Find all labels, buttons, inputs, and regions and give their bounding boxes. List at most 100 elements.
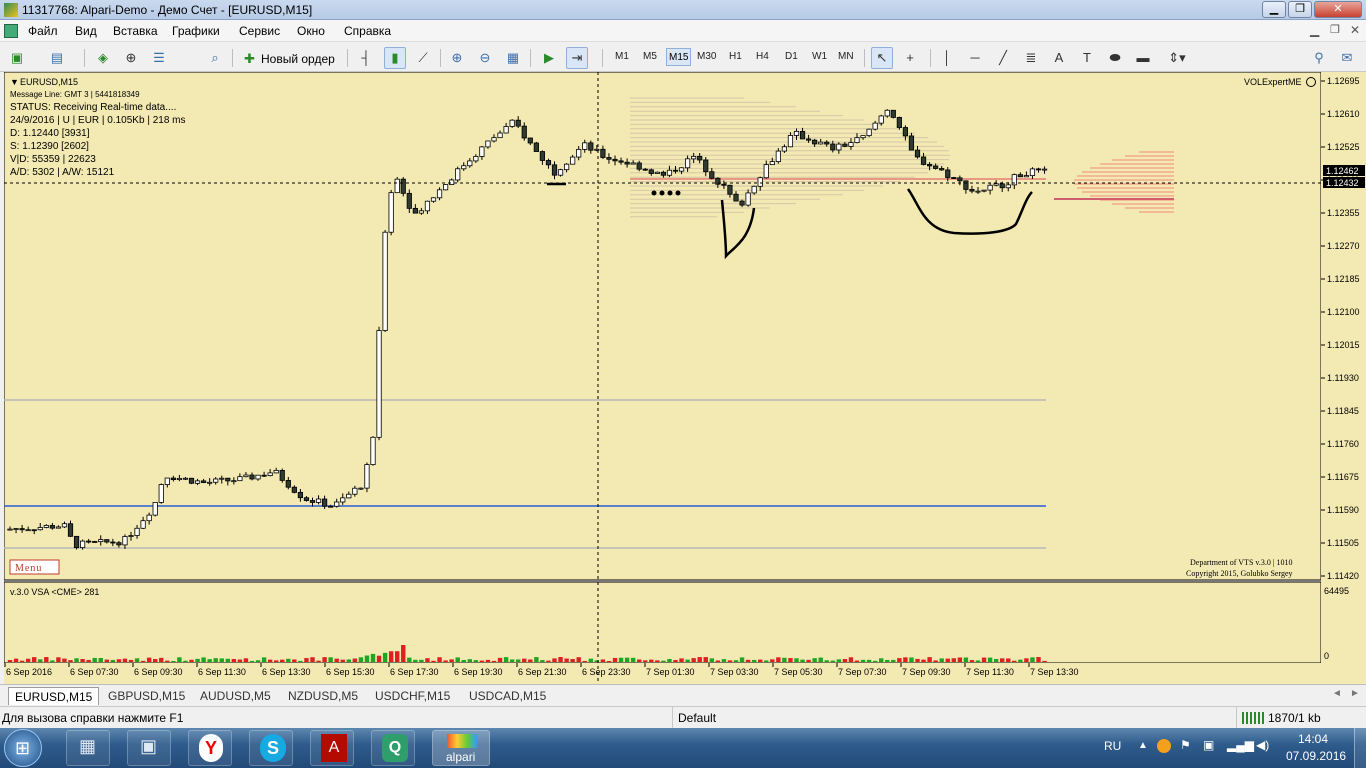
text-label-icon[interactable]: T <box>1076 47 1098 69</box>
doc-restore-icon[interactable]: ❐ <box>1330 23 1340 36</box>
minimize-button[interactable]: ▁ <box>1262 1 1286 18</box>
bull-candle <box>122 536 128 546</box>
volume-bar <box>600 659 606 662</box>
timeframe-mn[interactable]: MN <box>838 51 854 62</box>
bull-candle <box>836 143 842 151</box>
bear-candle <box>31 529 37 532</box>
tab-gbpusd-m15[interactable]: GBPUSD,M15 <box>102 687 191 705</box>
chat-icon[interactable]: ✉ <box>1336 47 1358 69</box>
bar-chart-icon[interactable]: ┤ <box>355 47 377 69</box>
clock-time[interactable]: 14:04 <box>1298 732 1328 746</box>
tab-usdchf-m15[interactable]: USDCHF,M15 <box>369 687 456 705</box>
tab-scroll-left-icon[interactable]: ◄ <box>1332 688 1342 699</box>
bear-candle <box>527 137 533 144</box>
menu-tools[interactable]: Сервис <box>239 24 280 38</box>
tray-volume-icon[interactable]: ◀) <box>1256 738 1269 752</box>
timeframe-h1[interactable]: H1 <box>729 51 742 62</box>
taskbar-alpari[interactable]: alpari <box>432 730 490 766</box>
arrows-dropdown-icon[interactable]: ⇕▾ <box>1162 47 1192 69</box>
timeframe-m15[interactable]: M15 <box>666 48 692 66</box>
tester-icon[interactable]: ⌕ <box>204 47 226 69</box>
bear-candle <box>67 523 74 537</box>
horizontal-line-icon[interactable]: ─ <box>964 47 986 69</box>
volume-bar <box>286 658 291 662</box>
timeframe-h4[interactable]: H4 <box>756 51 769 62</box>
navigator-icon[interactable]: ☰ <box>148 47 170 69</box>
price-chart[interactable]: 1.126951.126101.125251.124401.123551.122… <box>4 72 1366 684</box>
tray-network-icon[interactable]: ▂▄▆ <box>1227 738 1254 752</box>
zoom-out-icon[interactable]: ⊖ <box>474 47 496 69</box>
text-icon[interactable]: A <box>1048 47 1070 69</box>
taskbar-acrobat[interactable]: A <box>310 730 354 766</box>
bear-candle <box>291 486 297 493</box>
chart-window[interactable]: 1.126951.126101.125251.124401.123551.122… <box>4 72 1366 684</box>
ellipse-icon[interactable]: ⬬ <box>1104 47 1126 69</box>
market-watch-icon[interactable]: ◈ <box>92 47 114 69</box>
show-desktop-button[interactable] <box>1354 728 1366 768</box>
volume-bar <box>116 659 122 662</box>
tile-windows-icon[interactable]: ▦ <box>502 47 524 69</box>
menu-insert[interactable]: Вставка <box>113 24 158 38</box>
zoom-in-icon[interactable]: ⊕ <box>446 47 468 69</box>
menu-window[interactable]: Окно <box>297 24 325 38</box>
taskbar-computer[interactable]: ▣ <box>127 730 171 766</box>
separator <box>347 49 348 67</box>
line-chart-icon[interactable]: ⟋ <box>412 47 434 69</box>
tray-device-icon[interactable]: ▣ <box>1203 738 1214 752</box>
vertical-line-icon[interactable]: │ <box>936 47 958 69</box>
tab-usdcad-m15[interactable]: USDCAD,M15 <box>463 687 552 705</box>
search-icon[interactable]: ⚲ <box>1308 47 1330 69</box>
doc-close-icon[interactable]: ✕ <box>1350 23 1360 37</box>
tab-audusd-m5[interactable]: AUDUSD,M5 <box>194 687 277 705</box>
tray-app-icon[interactable] <box>1157 739 1171 753</box>
candlestick-icon[interactable]: ▮ <box>384 47 406 69</box>
timeframe-m1[interactable]: M1 <box>615 51 629 62</box>
time-label: 7 Sep 07:30 <box>838 667 887 677</box>
info-line-7: A/D: 5302 | A/W: 15121 <box>10 167 115 178</box>
volume-bar <box>661 660 666 662</box>
new-order-button[interactable]: ✚ Новый ордер <box>240 48 340 68</box>
crosshair-icon[interactable]: ⊕ <box>120 47 142 69</box>
alpari-logo-icon <box>447 734 477 748</box>
crosshair-tool-icon[interactable]: + <box>899 47 921 69</box>
chart-shift-icon[interactable]: ⇥ <box>566 47 588 69</box>
menu-help[interactable]: Справка <box>344 24 391 38</box>
fibonacci-icon[interactable]: ≣ <box>1020 47 1042 69</box>
menu-view[interactable]: Вид <box>75 24 97 38</box>
bull-candle <box>981 189 987 192</box>
clock-date[interactable]: 07.09.2016 <box>1286 749 1346 763</box>
chart-doc-icon[interactable] <box>4 24 18 38</box>
new-chart-icon[interactable]: ▣ <box>6 47 28 69</box>
taskbar-skype[interactable]: S <box>249 730 293 766</box>
tab-scroll-right-icon[interactable]: ► <box>1350 688 1360 699</box>
timeframe-d1[interactable]: D1 <box>785 51 798 62</box>
collapse-arrow-icon[interactable]: ▼ <box>10 77 19 87</box>
trendline-icon[interactable]: ╱ <box>992 47 1014 69</box>
close-button[interactable]: ✕ <box>1314 1 1362 18</box>
volume-bar <box>709 658 714 662</box>
menu-bar: Файл Вид Вставка Графики Сервис Окно Спр… <box>0 20 1366 42</box>
doc-minimize-icon[interactable]: ▁ <box>1310 23 1319 37</box>
profiles-icon[interactable]: ▤ <box>46 47 68 69</box>
taskbar-yandex[interactable]: Y <box>188 730 232 766</box>
autoscroll-icon[interactable]: ▶ <box>538 47 560 69</box>
cursor-icon[interactable]: ↖ <box>871 47 893 69</box>
bear-candle <box>328 505 334 508</box>
start-button[interactable]: ⊞ <box>4 729 42 767</box>
menu-file[interactable]: Файл <box>28 24 58 38</box>
taskbar-calculator[interactable]: ▦ <box>66 730 110 766</box>
timeframe-m30[interactable]: M30 <box>697 51 716 62</box>
taskbar-qip[interactable]: Q <box>371 730 415 766</box>
restore-button[interactable]: ❐ <box>1288 1 1312 18</box>
timeframe-w1[interactable]: W1 <box>812 51 827 62</box>
rectangle-icon[interactable]: ▬ <box>1132 47 1154 69</box>
menu-charts[interactable]: Графики <box>172 24 220 38</box>
timeframe-m5[interactable]: M5 <box>643 51 657 62</box>
tab-eurusd-m15[interactable]: EURUSD,M15 <box>8 687 100 705</box>
tray-flag-icon[interactable]: ⚑ <box>1180 738 1191 752</box>
language-indicator[interactable]: RU <box>1104 739 1121 753</box>
bull-candle <box>243 474 249 478</box>
tray-arrow-icon[interactable]: ▲ <box>1138 740 1148 751</box>
tab-nzdusd-m5[interactable]: NZDUSD,M5 <box>282 687 364 705</box>
volume-bar <box>86 659 91 662</box>
